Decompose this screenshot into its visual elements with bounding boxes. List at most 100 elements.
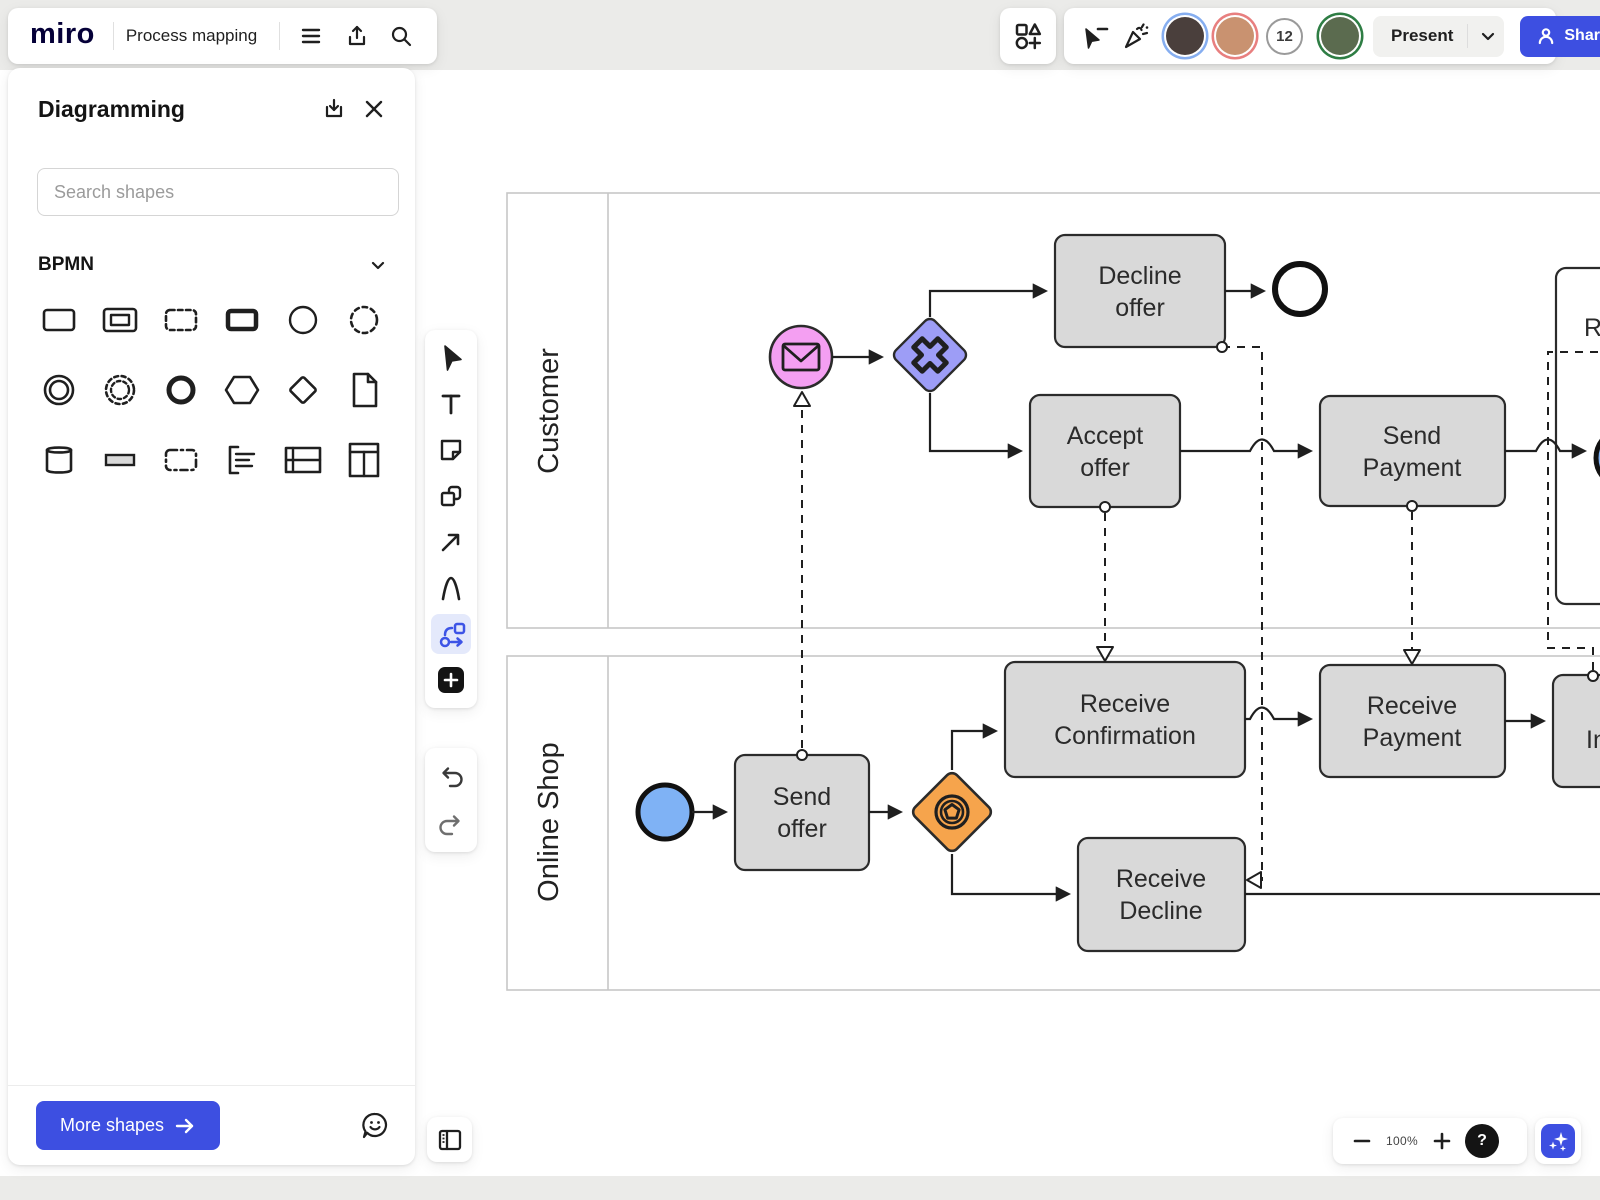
shape-start-event[interactable] [281, 298, 325, 342]
svg-text:Send: Send [1383, 422, 1441, 450]
close-icon [361, 96, 387, 122]
task-receive-confirmation[interactable]: Receive Confirmation [1005, 662, 1245, 777]
connection-line-tool[interactable] [431, 522, 471, 562]
chevron-down-icon [1478, 26, 1498, 46]
text-tool[interactable] [431, 384, 471, 424]
shape-task[interactable] [37, 298, 81, 342]
undo-button[interactable] [431, 756, 471, 796]
shape-intermediate-event-noninterrupting[interactable] [98, 368, 142, 412]
shape-event-subprocess-start[interactable] [342, 298, 386, 342]
svg-text:Receive: Receive [1116, 865, 1206, 893]
ai-assistant-button[interactable] [1541, 1124, 1575, 1158]
download-tray-icon [321, 96, 347, 122]
start-event[interactable] [638, 785, 692, 839]
shape-intermediate-event[interactable] [37, 368, 81, 412]
diagramming-tool[interactable] [431, 614, 471, 654]
collaborator-avatar[interactable] [1166, 17, 1204, 55]
shape-call-activity[interactable] [220, 298, 264, 342]
shape-gateway[interactable] [281, 368, 325, 412]
shape-subprocess[interactable] [98, 298, 142, 342]
share-label: Share [1564, 27, 1600, 45]
arrow-right-icon [174, 1117, 196, 1135]
shape-document[interactable] [342, 368, 386, 412]
feedback-smiley-icon [359, 1110, 391, 1142]
task-receive-payment[interactable]: Receive Payment [1320, 665, 1505, 777]
participant-count-badge[interactable]: 12 [1266, 18, 1303, 55]
collapse-section-button[interactable] [369, 256, 387, 274]
bpmn-shape-grid [37, 298, 386, 482]
current-user-avatar[interactable] [1321, 17, 1359, 55]
arrow-up-right-icon [436, 527, 466, 557]
task-send-offer[interactable]: Send offer [735, 755, 869, 870]
shapes-tool[interactable] [431, 476, 471, 516]
undo-icon [437, 762, 465, 790]
svg-text:R: R [1584, 314, 1600, 342]
task-receive-decline[interactable]: Receive Decline [1078, 838, 1245, 951]
shape-data-store[interactable] [37, 438, 81, 482]
redo-button[interactable] [431, 804, 471, 844]
pin-panel-button[interactable] [317, 92, 351, 126]
text-icon [436, 389, 466, 419]
bpmn-section-title: BPMN [38, 254, 369, 276]
present-label: Present [1391, 26, 1453, 46]
message-event[interactable] [770, 326, 832, 388]
board-title[interactable]: Process mapping [126, 26, 257, 46]
miro-logo[interactable]: miro [30, 18, 95, 51]
add-tool[interactable] [431, 660, 471, 700]
more-shapes-button[interactable]: More shapes [36, 1101, 220, 1150]
help-button[interactable]: ? [1465, 1124, 1499, 1158]
diagramming-panel: Diagramming BPMN [8, 68, 415, 1165]
svg-text:Decline: Decline [1119, 897, 1202, 925]
shape-group[interactable] [159, 438, 203, 482]
zoom-out-button[interactable] [1347, 1126, 1377, 1156]
svg-text:Receive: Receive [1367, 692, 1457, 720]
export-button[interactable] [338, 17, 376, 55]
cursor-icon [436, 343, 466, 373]
search-icon [389, 24, 413, 48]
divider [1467, 24, 1468, 48]
main-menu-button[interactable] [292, 17, 330, 55]
close-panel-button[interactable] [357, 92, 391, 126]
search-shapes-input[interactable] [37, 168, 399, 216]
creation-toolbar [425, 330, 477, 708]
diagramming-icon [436, 619, 466, 649]
task-accept-offer[interactable]: Accept offer [1030, 395, 1180, 507]
zoom-level[interactable]: 100% [1381, 1134, 1423, 1148]
task-send-payment[interactable]: Send Payment [1320, 396, 1505, 506]
feedback-button[interactable] [359, 1110, 391, 1142]
shape-event-subprocess[interactable] [159, 298, 203, 342]
select-tool[interactable] [431, 338, 471, 378]
shape-annotation[interactable] [220, 438, 264, 482]
shape-lane[interactable] [98, 438, 142, 482]
divider [113, 22, 114, 50]
frames-panel-button[interactable] [427, 1117, 472, 1162]
panel-title: Diagramming [38, 96, 317, 123]
svg-text:Payment: Payment [1363, 724, 1462, 752]
hide-cursors-button[interactable] [1080, 16, 1110, 56]
sticky-note-tool[interactable] [431, 430, 471, 470]
task-decline-offer[interactable]: Decline offer [1055, 235, 1225, 347]
task-right-top-partial[interactable]: R [1556, 268, 1600, 604]
share-button[interactable]: Share [1520, 16, 1600, 57]
pen-tool[interactable] [431, 568, 471, 608]
end-event[interactable] [1275, 264, 1325, 314]
svg-text:Payment: Payment [1363, 454, 1462, 482]
lane-label-customer: Customer [533, 348, 565, 474]
sparkles-icon [1546, 1129, 1570, 1153]
apps-button[interactable] [1000, 8, 1056, 64]
task-right-bottom-partial[interactable]: In [1553, 675, 1600, 787]
search-button[interactable] [382, 17, 420, 55]
present-button[interactable]: Present [1373, 16, 1504, 57]
plus-icon [1432, 1131, 1452, 1151]
reactions-button[interactable] [1120, 16, 1150, 56]
shape-vertical-pool[interactable] [342, 438, 386, 482]
ai-assistant-container [1535, 1118, 1581, 1164]
divider [279, 22, 280, 50]
collaborator-avatar[interactable] [1216, 17, 1254, 55]
shape-end-event[interactable] [159, 368, 203, 412]
hamburger-icon [299, 24, 323, 48]
svg-text:Accept: Accept [1067, 422, 1143, 450]
zoom-in-button[interactable] [1427, 1126, 1457, 1156]
shape-hexagon[interactable] [220, 368, 264, 412]
shape-horizontal-pool[interactable] [281, 438, 325, 482]
